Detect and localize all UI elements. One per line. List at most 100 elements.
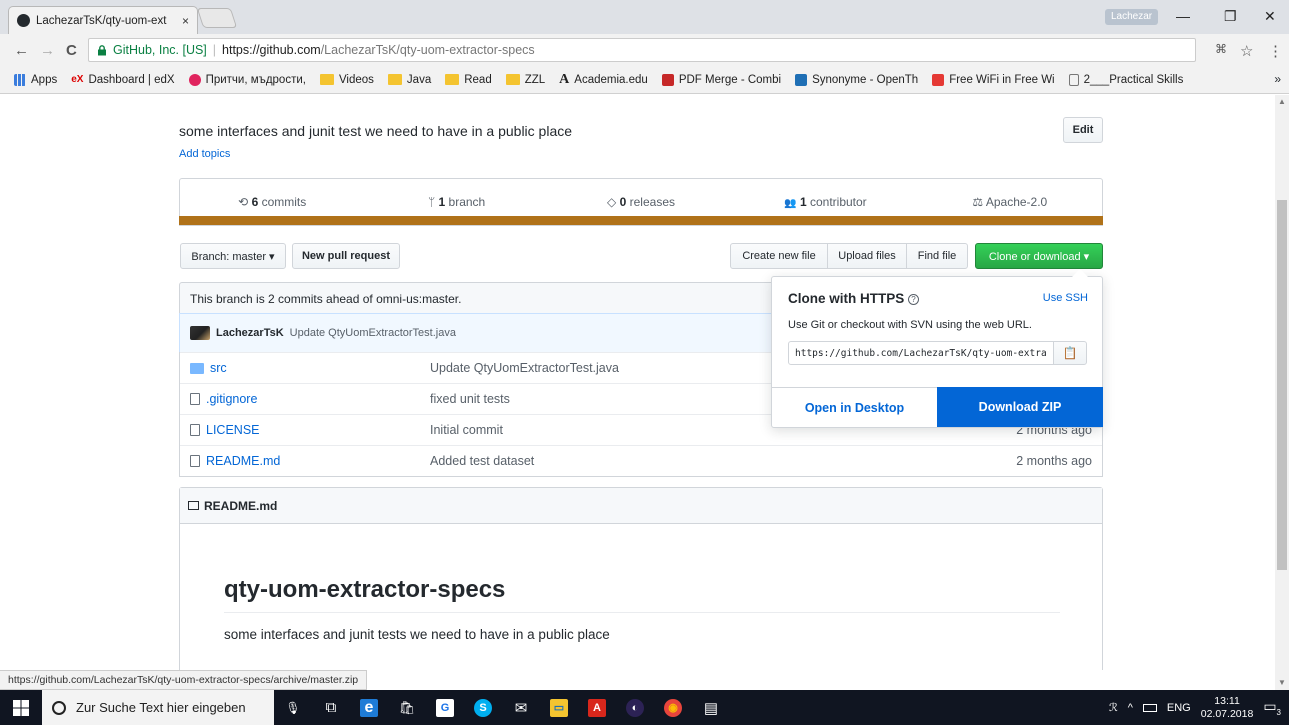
tray-chevron-icon[interactable]: ^ xyxy=(1128,702,1133,714)
stat-label: releases xyxy=(626,195,675,209)
acrobat-icon[interactable]: A xyxy=(578,690,616,725)
edit-button[interactable]: Edit xyxy=(1063,117,1103,143)
translate-icon[interactable]: ⌘ xyxy=(1215,42,1227,56)
restore-icon[interactable]: ❐ xyxy=(1224,8,1237,25)
tab-close-icon[interactable]: × xyxy=(182,14,189,28)
bookmark-zzl[interactable]: ZZL xyxy=(505,74,545,86)
notifications-icon[interactable]: ▭3 xyxy=(1263,698,1281,717)
language-indicator[interactable]: ENG xyxy=(1167,702,1191,714)
find-file-button[interactable]: Find file xyxy=(906,243,968,269)
people-icon: 👥 xyxy=(784,198,797,209)
app-glyph: A xyxy=(588,698,606,717)
battery-icon[interactable] xyxy=(1142,703,1157,712)
page-scrollbar[interactable]: ▲ ▼ xyxy=(1275,95,1289,690)
new-pull-request-button[interactable]: New pull request xyxy=(292,243,400,269)
task-view-icon[interactable]: ⧉ xyxy=(312,690,350,725)
app-glyph: e xyxy=(360,698,378,717)
create-new-file-button[interactable]: Create new file xyxy=(730,243,828,269)
stat-commits[interactable]: ⟲ 6 commits xyxy=(180,195,364,209)
eclipse-icon[interactable]: ◐ xyxy=(616,690,654,725)
address-bar[interactable]: GitHub, Inc. [US] | https://github.com/L… xyxy=(88,38,1196,62)
scroll-down-icon[interactable]: ▼ xyxy=(1278,678,1286,687)
use-ssh-link[interactable]: Use SSH xyxy=(1043,292,1088,304)
chrome-menu-icon[interactable]: ⋮ xyxy=(1268,42,1283,60)
open-in-desktop-button[interactable]: Open in Desktop xyxy=(772,387,937,427)
stat-contributors[interactable]: 👥 1 contributor xyxy=(733,195,917,209)
app-icon[interactable]: ▤ xyxy=(692,690,730,725)
minimize-icon[interactable]: — xyxy=(1176,8,1190,24)
notification-count: 3 xyxy=(1276,707,1281,717)
stat-count: 1 xyxy=(799,195,807,209)
microphone-icon[interactable]: 🎙 xyxy=(274,690,312,725)
stat-branches[interactable]: ᛘ 1 branch xyxy=(364,195,548,209)
app-glyph: ▤ xyxy=(703,699,719,717)
copy-clipboard-icon[interactable]: 📋 xyxy=(1053,341,1087,365)
language-bar[interactable] xyxy=(179,216,1103,225)
new-tab-button[interactable] xyxy=(196,8,238,28)
skype-icon[interactable]: S xyxy=(464,690,502,725)
bookmark-apps[interactable]: Apps xyxy=(14,73,57,86)
download-zip-button[interactable]: Download ZIP xyxy=(937,387,1103,427)
commit-message[interactable]: Update QtyUomExtractorTest.java xyxy=(290,327,456,339)
bookmark-practical-skills[interactable]: 2___Practical Skills xyxy=(1068,73,1183,86)
bookmark-videos[interactable]: Videos xyxy=(319,74,374,86)
file-commit-message[interactable]: Added test dataset xyxy=(430,454,1016,468)
bookmark-label: Free WiFi in Free Wi xyxy=(949,73,1055,86)
file-explorer-icon[interactable]: ▭ xyxy=(540,690,578,725)
clone-title-text: Clone with HTTPS xyxy=(788,291,905,306)
stat-releases[interactable]: ◇ 0 releases xyxy=(549,195,733,209)
url-separator: | xyxy=(212,43,217,57)
bookmark-academia[interactable]: A Academia.edu xyxy=(559,72,648,88)
stat-license[interactable]: ⚖ Apache-2.0 xyxy=(918,195,1102,209)
people-tray-icon[interactable]: ℛ xyxy=(1109,701,1118,714)
windows-start-icon[interactable] xyxy=(0,690,42,725)
branch-select-button[interactable]: Branch: master ▾ xyxy=(180,243,286,269)
bookmark-pdf-merge[interactable]: PDF Merge - Combi xyxy=(661,73,781,86)
file-name[interactable]: LICENSE xyxy=(206,423,260,437)
commit-author[interactable]: LachezarTsK xyxy=(216,327,284,339)
clone-or-download-button[interactable]: Clone or download ▾ xyxy=(975,243,1103,269)
back-icon[interactable]: ← xyxy=(14,42,29,59)
add-topics-link[interactable]: Add topics xyxy=(179,148,230,160)
bookmark-pritchi[interactable]: Притчи, мъдрости, xyxy=(188,73,306,86)
browser-tab[interactable]: LachezarTsK/qty-uom-ext × xyxy=(8,6,198,34)
scroll-up-icon[interactable]: ▲ xyxy=(1278,97,1286,106)
help-icon[interactable]: ? xyxy=(908,293,920,305)
clock-time: 13:11 xyxy=(1214,694,1240,707)
close-window-icon[interactable]: ✕ xyxy=(1264,8,1276,25)
bookmark-star-icon[interactable]: ☆ xyxy=(1240,42,1253,60)
bookmarks-bar: Apps eX Dashboard | edX Притчи, мъдрости,… xyxy=(0,66,1289,94)
mail-icon[interactable]: ✉ xyxy=(502,690,540,725)
bookmark-java[interactable]: Java xyxy=(387,74,431,86)
forward-icon[interactable]: → xyxy=(40,42,55,59)
apps-grid-icon xyxy=(14,73,26,86)
bookmark-edx[interactable]: eX Dashboard | edX xyxy=(71,74,174,86)
folder-icon xyxy=(190,362,204,374)
clone-url-input[interactable] xyxy=(788,341,1054,365)
upload-files-button[interactable]: Upload files xyxy=(827,243,907,269)
chrome-icon[interactable]: ◉ xyxy=(654,690,692,725)
bookmark-synonyme[interactable]: Synonyme - OpenTh xyxy=(795,73,918,86)
bookmark-label: Read xyxy=(464,73,492,86)
reload-icon[interactable]: C xyxy=(66,42,77,59)
app-glyph: ✉ xyxy=(514,699,528,717)
avatar[interactable] xyxy=(190,326,210,340)
store-icon[interactable]: 🛍 xyxy=(388,690,426,725)
clock[interactable]: 13:11 02.07.2018 xyxy=(1201,695,1254,721)
edge-icon[interactable]: e xyxy=(350,690,388,725)
page-icon xyxy=(1068,73,1079,86)
readme-body: some interfaces and junit tests we need … xyxy=(224,627,610,642)
taskbar-search[interactable]: Zur Suche Text hier eingeben xyxy=(42,690,274,725)
file-name[interactable]: .gitignore xyxy=(206,392,257,406)
bookmark-free-wifi[interactable]: Free WiFi in Free Wi xyxy=(932,73,1055,86)
g-app-icon[interactable]: G xyxy=(426,690,464,725)
file-name[interactable]: src xyxy=(210,361,227,375)
secure-label: GitHub, Inc. [US] xyxy=(113,43,207,57)
profile-badge[interactable]: Lachezar xyxy=(1105,9,1159,25)
file-name[interactable]: README.md xyxy=(206,454,280,468)
bookmark-read[interactable]: Read xyxy=(445,74,492,86)
folder-icon xyxy=(319,74,334,85)
github-favicon-icon xyxy=(17,14,30,27)
bookmarks-more-icon[interactable]: » xyxy=(1274,72,1281,86)
scroll-thumb[interactable] xyxy=(1277,200,1287,570)
